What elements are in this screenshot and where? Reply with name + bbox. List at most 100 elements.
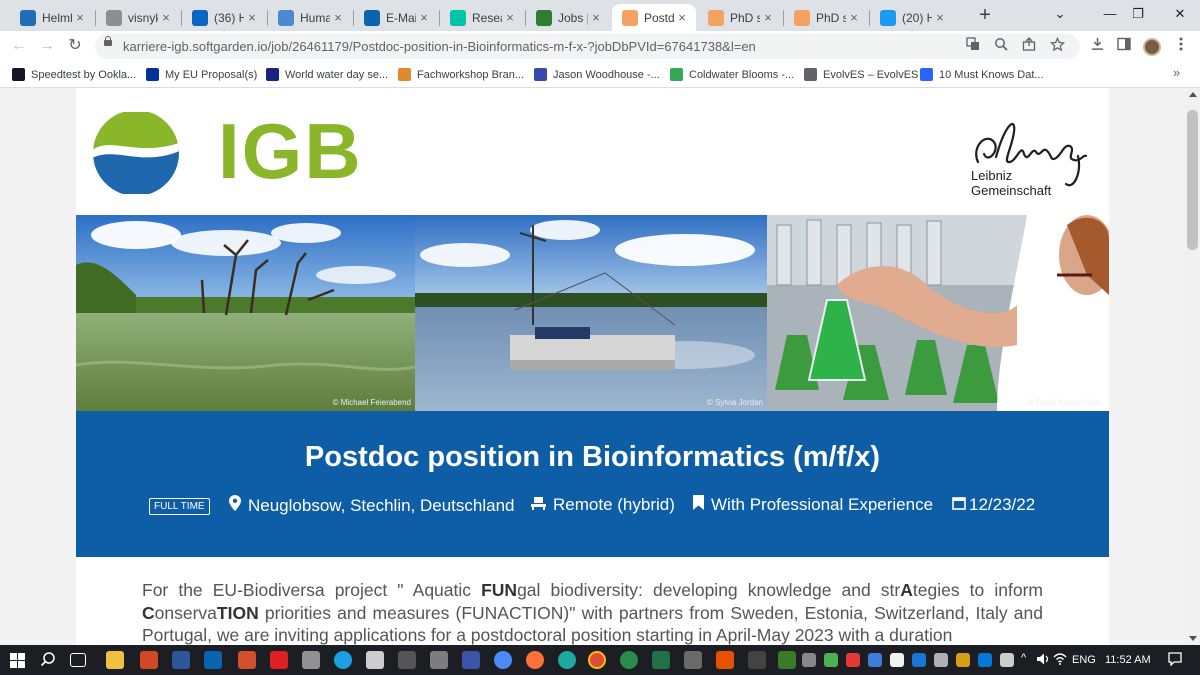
tray-chevron-icon[interactable]: ^ [1021, 652, 1026, 664]
bookmarks-overflow-icon[interactable]: » [1173, 65, 1180, 80]
7zip-icon[interactable] [366, 651, 384, 669]
tray-icon-10[interactable] [1000, 653, 1014, 667]
outlook-icon[interactable] [204, 651, 222, 669]
clock[interactable]: 11:52 AM [1105, 654, 1151, 666]
scroll-up-icon[interactable] [1189, 92, 1197, 97]
browser-tab[interactable]: PhD st× [784, 4, 868, 31]
tray-icon-2[interactable] [824, 653, 838, 667]
word-icon[interactable] [172, 651, 190, 669]
bookmark-item[interactable]: 10 Must Knows Dat... [920, 66, 1044, 83]
browser-tab[interactable]: Resear× [440, 4, 524, 31]
tab-close-icon[interactable]: × [72, 10, 88, 25]
app-icon-6[interactable] [620, 651, 638, 669]
forward-button[interactable]: → [36, 35, 58, 57]
download-icon[interactable] [1086, 35, 1108, 57]
vertical-scrollbar[interactable] [1185, 88, 1200, 645]
back-button[interactable]: ← [8, 35, 30, 57]
browser-tab[interactable]: Jobs | × [526, 4, 610, 31]
tab-close-icon[interactable]: × [846, 10, 862, 25]
tray-icon-3[interactable] [846, 653, 860, 667]
calendar-icon [952, 495, 966, 515]
address-bar[interactable]: karriere-igb.softgarden.io/job/26461179/… [95, 34, 1080, 59]
file-explorer-icon[interactable] [106, 651, 124, 669]
bookmark-item[interactable]: My EU Proposal(s) [146, 66, 257, 83]
share-icon[interactable] [1019, 37, 1039, 57]
browser-tab[interactable]: Huma × [268, 4, 352, 31]
bookmark-item[interactable]: Coldwater Blooms -... [670, 66, 794, 83]
wifi-icon[interactable] [1053, 652, 1067, 669]
menu-kebab-icon[interactable] [1170, 35, 1192, 57]
restore-button[interactable]: ❐ [1118, 3, 1158, 25]
zoom-icon[interactable] [991, 37, 1011, 57]
job-remote: Remote (hybrid) [531, 495, 675, 515]
tray-icon-7[interactable] [934, 653, 948, 667]
browser-tab[interactable]: (20) H × [870, 4, 954, 31]
profile-avatar[interactable] [1143, 38, 1161, 56]
bookmark-star-icon[interactable] [1047, 36, 1067, 57]
app-icon-7[interactable] [684, 651, 702, 669]
tab-close-icon[interactable]: × [244, 10, 260, 25]
app-icon-5[interactable] [462, 651, 480, 669]
bookmark-item[interactable]: World water day se... [266, 66, 388, 83]
translate-icon[interactable] [963, 37, 983, 57]
reload-button[interactable]: ↻ [64, 35, 86, 57]
tab-title: PhD st [730, 10, 760, 25]
tab-title: visnyk [128, 10, 158, 25]
chrome-icon[interactable] [588, 651, 606, 669]
new-tab-button[interactable]: + [974, 5, 996, 27]
speaker-icon[interactable] [1036, 652, 1050, 669]
office-icon[interactable] [716, 651, 734, 669]
scroll-down-icon[interactable] [1189, 636, 1197, 641]
search-icon[interactable] [40, 651, 58, 669]
browser-tab[interactable]: Postdo× [612, 4, 696, 31]
app-icon-1[interactable] [238, 651, 256, 669]
browser-tab[interactable]: (36) H × [182, 4, 266, 31]
tab-close-icon[interactable]: × [760, 10, 776, 25]
browser-tab[interactable]: PhD st× [698, 4, 782, 31]
tab-search-icon[interactable]: ⌄ [1040, 3, 1080, 25]
browser-tab[interactable]: visnyk× [96, 4, 180, 31]
tray-icon-6[interactable] [912, 653, 926, 667]
language-indicator[interactable]: ENG [1072, 654, 1096, 666]
igb-logo-text[interactable]: IGB [218, 106, 363, 196]
tab-close-icon[interactable]: × [416, 10, 432, 25]
app-icon-8[interactable] [748, 651, 766, 669]
close-window-button[interactable]: ✕ [1160, 3, 1200, 25]
browser-tab[interactable]: E-Mail× [354, 4, 438, 31]
bookmark-label: Speedtest by Ookla... [31, 68, 137, 81]
firefox-icon[interactable] [526, 651, 544, 669]
bookmark-item[interactable]: Fachworkshop Bran... [398, 66, 524, 83]
bookmark-item[interactable]: Jason Woodhouse -... [534, 66, 660, 83]
browser-tab[interactable]: Helmh× [10, 4, 94, 31]
edge-icon[interactable] [558, 651, 576, 669]
tray-shield-icon[interactable] [778, 651, 796, 669]
windows-start-icon[interactable] [10, 653, 26, 669]
tab-close-icon[interactable]: × [330, 10, 346, 25]
bookmark-item[interactable]: EvolvES – EvolvES [804, 66, 918, 83]
task-view-icon[interactable] [70, 653, 86, 667]
tab-close-icon[interactable]: × [932, 10, 948, 25]
tab-close-icon[interactable]: × [158, 10, 174, 25]
skype-icon[interactable] [334, 651, 352, 669]
app-icon-4[interactable] [430, 651, 448, 669]
tray-icon-9[interactable] [978, 653, 992, 667]
acrobat-icon[interactable] [270, 651, 288, 669]
app-icon-2[interactable] [302, 651, 320, 669]
powerpoint-icon[interactable] [140, 651, 158, 669]
tab-close-icon[interactable]: × [502, 10, 518, 25]
tab-close-icon[interactable]: × [674, 10, 690, 25]
tray-icon-5[interactable] [890, 653, 904, 667]
side-panel-icon[interactable] [1113, 35, 1135, 57]
tray-icon-4[interactable] [868, 653, 882, 667]
zoom-app-icon[interactable] [494, 651, 512, 669]
tab-close-icon[interactable]: × [588, 10, 604, 25]
tray-icon-8[interactable] [956, 653, 970, 667]
app-icon-3[interactable] [398, 651, 416, 669]
lock-icon[interactable] [104, 36, 112, 46]
tray-icon-1[interactable] [802, 653, 816, 667]
scrollbar-thumb[interactable] [1187, 110, 1198, 250]
bookmark-item[interactable]: Speedtest by Ookla... [12, 66, 136, 83]
url-text[interactable]: karriere-igb.softgarden.io/job/26461179/… [123, 39, 756, 54]
notifications-icon[interactable] [1168, 652, 1182, 669]
excel-icon[interactable] [652, 651, 670, 669]
